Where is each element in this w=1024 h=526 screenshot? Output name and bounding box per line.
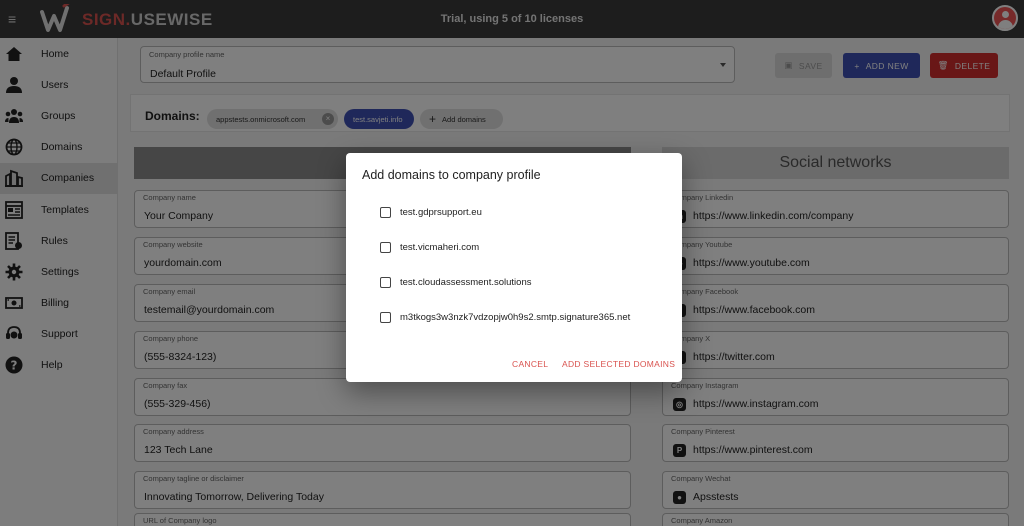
checkbox[interactable] [380, 206, 391, 218]
checkbox[interactable] [380, 241, 391, 253]
add-selected-domains-button[interactable]: ADD SELECTED DOMAINS [562, 359, 675, 369]
cancel-button[interactable]: CANCEL [512, 359, 548, 369]
add-domains-dialog: Add domains to company profile test.gdpr… [346, 153, 682, 382]
domain-option[interactable]: test.cloudassessment.solutions [380, 274, 531, 290]
checkbox[interactable] [380, 311, 391, 323]
domain-option[interactable]: test.vicmaheri.com [380, 239, 479, 255]
checkbox[interactable] [380, 276, 391, 288]
domain-option[interactable]: test.gdprsupport.eu [380, 204, 482, 220]
domain-option[interactable]: m3tkogs3w3nzk7vdzopjw0h9s2.smtp.signatur… [380, 309, 630, 325]
dialog-title: Add domains to company profile [362, 168, 541, 182]
